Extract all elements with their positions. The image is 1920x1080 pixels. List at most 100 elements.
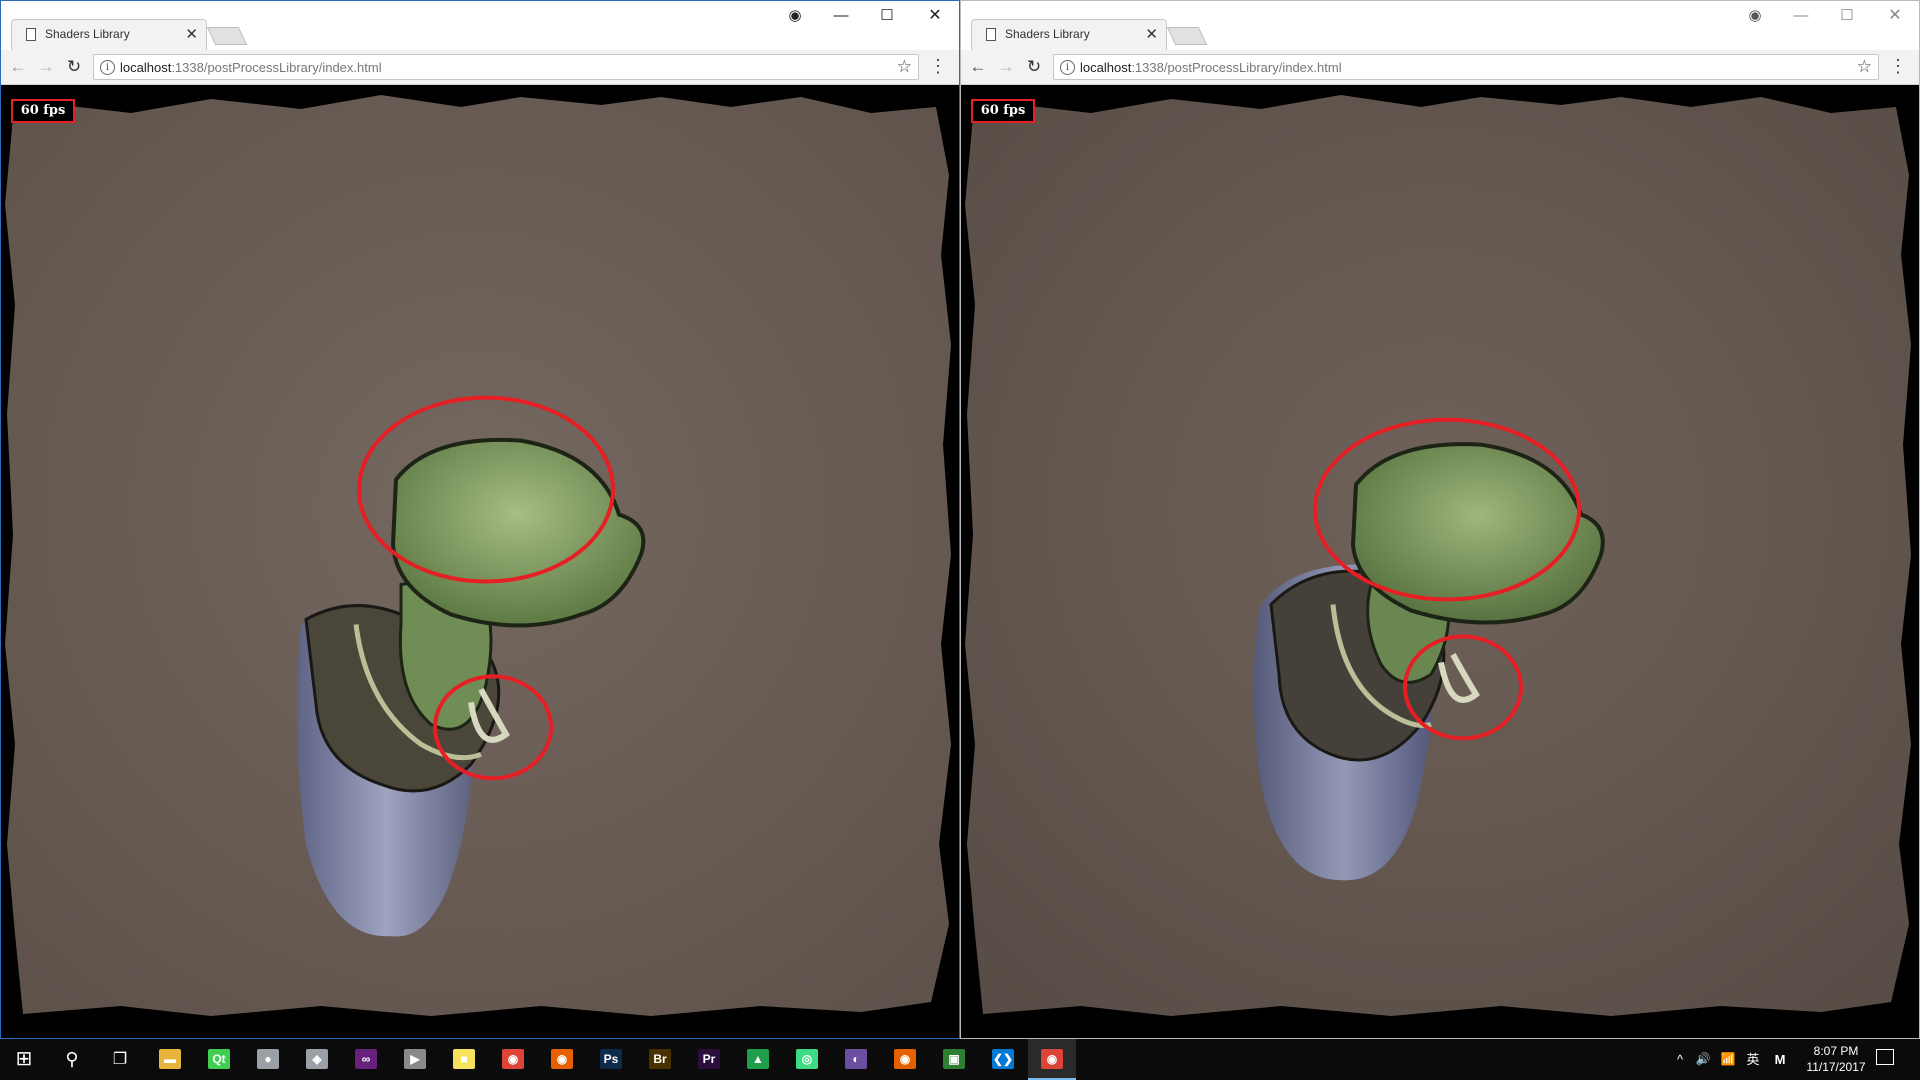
browser-menu-icon[interactable]: ⋮ bbox=[929, 56, 947, 77]
profile-icon[interactable]: ◉ bbox=[1745, 7, 1765, 25]
taskbar-app-premiere[interactable]: Pr bbox=[685, 1039, 733, 1080]
close-button[interactable]: ✕ bbox=[925, 7, 945, 25]
media-player-icon: ▶ bbox=[404, 1049, 426, 1069]
browser-tab[interactable]: Shaders Library ✕ bbox=[971, 19, 1167, 50]
notification-center-icon[interactable] bbox=[1876, 1049, 1894, 1065]
windows-start-icon[interactable]: ⊞ bbox=[8, 1039, 40, 1080]
page-icon bbox=[26, 28, 36, 41]
reload-icon[interactable]: ↻ bbox=[1023, 57, 1045, 77]
fps-counter: 60 fps bbox=[971, 99, 1035, 123]
bridge-icon: Br bbox=[649, 1049, 671, 1069]
url-host: localhost bbox=[1080, 60, 1132, 75]
windows-taskbar: ⊞ ⚲ ❐ ▬ Qt ● ◈ ∞ ▶ ■ ◉ ◉ Ps Br Pr ▲ ◎ ◐ ◉ ▣ ❮❯ ◉ ^ 🔊 📶 英 M… bbox=[0, 1039, 1920, 1080]
qt-creator-icon: Qt bbox=[208, 1049, 230, 1069]
volume-icon[interactable]: 🔊 bbox=[1693, 1039, 1713, 1080]
taskbar-app-app-17[interactable]: ▣ bbox=[930, 1039, 978, 1080]
webgl-canvas[interactable]: 60 fps bbox=[961, 85, 1919, 1038]
taskbar-app-eclipse[interactable]: ◐ bbox=[832, 1039, 880, 1080]
network-icon[interactable]: 📶 bbox=[1718, 1039, 1738, 1080]
ime-language-indicator[interactable]: 英 bbox=[1743, 1039, 1763, 1080]
back-icon[interactable]: ← bbox=[967, 57, 989, 77]
vscode-icon: ❮❯ bbox=[992, 1049, 1014, 1069]
taskbar-app-media-player[interactable]: ▶ bbox=[391, 1039, 439, 1080]
maximize-button[interactable]: ☐ bbox=[877, 7, 897, 25]
page-icon bbox=[986, 28, 996, 41]
file-explorer-icon: ▬ bbox=[159, 1049, 181, 1069]
forward-icon[interactable]: → bbox=[35, 57, 57, 77]
browser-tab[interactable]: Shaders Library ✕ bbox=[11, 19, 207, 50]
new-tab-button[interactable] bbox=[206, 27, 248, 45]
premiere-icon: Pr bbox=[698, 1049, 720, 1069]
taskbar-app-app-13[interactable]: ▲ bbox=[734, 1039, 782, 1080]
tray-chevron-icon[interactable]: ^ bbox=[1672, 1039, 1688, 1080]
browser-window-left: Shaders Library ✕ ◉ — ☐ ✕ ← → ↻ i localh… bbox=[0, 0, 960, 1039]
search-icon[interactable]: ⚲ bbox=[56, 1039, 88, 1080]
clock-time: 8:07 PM bbox=[1813, 1044, 1859, 1058]
taskbar-app-app-3[interactable]: ● bbox=[244, 1039, 292, 1080]
url-host: localhost bbox=[120, 60, 172, 75]
tab-strip: Shaders Library ✕ ◉ — ☐ ✕ bbox=[1, 1, 959, 50]
forward-icon[interactable]: → bbox=[995, 57, 1017, 77]
bookmark-star-icon[interactable]: ☆ bbox=[1857, 57, 1872, 77]
reload-icon[interactable]: ↻ bbox=[63, 57, 85, 77]
browser-toolbar: ← → ↻ i localhost:1338/postProcessLibrar… bbox=[1, 50, 959, 85]
visual-studio-icon: ∞ bbox=[355, 1049, 377, 1069]
webgl-canvas[interactable]: 60 fps bbox=[1, 85, 959, 1038]
photoshop-icon: Ps bbox=[600, 1049, 622, 1069]
url-text[interactable]: localhost:1338/postProcessLibrary/index.… bbox=[120, 60, 382, 75]
new-tab-button[interactable] bbox=[1166, 27, 1208, 45]
system-clock[interactable]: 8:07 PM 11/17/2017 bbox=[1796, 1043, 1876, 1075]
rendered-scene bbox=[5, 94, 951, 1017]
back-icon[interactable]: ← bbox=[7, 57, 29, 77]
ime-mode-indicator[interactable]: M bbox=[1770, 1039, 1790, 1080]
bookmark-star-icon[interactable]: ☆ bbox=[897, 57, 912, 77]
address-bar[interactable]: i localhost:1338/postProcessLibrary/inde… bbox=[1053, 54, 1879, 80]
taskbar-app-chrome[interactable]: ◉ bbox=[489, 1039, 537, 1080]
tab-close-icon[interactable]: ✕ bbox=[1145, 25, 1158, 43]
task-view-icon[interactable]: ❐ bbox=[104, 1039, 136, 1080]
info-icon[interactable]: i bbox=[1060, 60, 1075, 75]
profile-icon[interactable]: ◉ bbox=[785, 7, 805, 25]
taskbar-app-android-studio[interactable]: ◎ bbox=[783, 1039, 831, 1080]
url-path: :1338/postProcessLibrary/index.html bbox=[171, 60, 382, 75]
taskbar-app-chrome-2[interactable]: ◉ bbox=[1028, 1039, 1076, 1080]
taskbar-app-bridge[interactable]: Br bbox=[636, 1039, 684, 1080]
firefox-2-icon: ◉ bbox=[894, 1049, 916, 1069]
rendered-scene bbox=[965, 94, 1911, 1017]
sticky-notes-icon: ■ bbox=[453, 1049, 475, 1069]
maximize-button[interactable]: ☐ bbox=[1837, 7, 1857, 25]
tab-close-icon[interactable]: ✕ bbox=[185, 25, 198, 43]
taskbar-app-photoshop[interactable]: Ps bbox=[587, 1039, 635, 1080]
clock-date: 11/17/2017 bbox=[1806, 1060, 1866, 1074]
taskbar-app-qt-creator[interactable]: Qt bbox=[195, 1039, 243, 1080]
taskbar-app-visual-studio[interactable]: ∞ bbox=[342, 1039, 390, 1080]
firefox-icon: ◉ bbox=[551, 1049, 573, 1069]
android-studio-icon: ◎ bbox=[796, 1049, 818, 1069]
minimize-button[interactable]: — bbox=[831, 7, 851, 25]
browser-toolbar: ← → ↻ i localhost:1338/postProcessLibrar… bbox=[961, 50, 1919, 85]
app-4-icon: ◈ bbox=[306, 1049, 328, 1069]
eclipse-icon: ◐ bbox=[845, 1049, 867, 1069]
taskbar-app-firefox[interactable]: ◉ bbox=[538, 1039, 586, 1080]
browser-menu-icon[interactable]: ⋮ bbox=[1889, 56, 1907, 77]
app-3-icon: ● bbox=[257, 1049, 279, 1069]
browser-window-right: Shaders Library ✕ ◉ — ☐ ✕ ← → ↻ i localh… bbox=[960, 0, 1920, 1039]
chrome-icon: ◉ bbox=[502, 1049, 524, 1069]
taskbar-app-file-explorer[interactable]: ▬ bbox=[146, 1039, 194, 1080]
taskbar-app-vscode[interactable]: ❮❯ bbox=[979, 1039, 1027, 1080]
close-button[interactable]: ✕ bbox=[1885, 7, 1905, 25]
app-17-icon: ▣ bbox=[943, 1049, 965, 1069]
tab-title: Shaders Library bbox=[45, 27, 130, 41]
address-bar[interactable]: i localhost:1338/postProcessLibrary/inde… bbox=[93, 54, 919, 80]
minimize-button[interactable]: — bbox=[1791, 7, 1811, 25]
app-13-icon: ▲ bbox=[747, 1049, 769, 1069]
chrome-2-icon: ◉ bbox=[1041, 1049, 1063, 1069]
taskbar-app-app-4[interactable]: ◈ bbox=[293, 1039, 341, 1080]
fps-counter: 60 fps bbox=[11, 99, 75, 123]
info-icon[interactable]: i bbox=[100, 60, 115, 75]
url-text[interactable]: localhost:1338/postProcessLibrary/index.… bbox=[1080, 60, 1342, 75]
taskbar-app-firefox-2[interactable]: ◉ bbox=[881, 1039, 929, 1080]
taskbar-app-sticky-notes[interactable]: ■ bbox=[440, 1039, 488, 1080]
url-path: :1338/postProcessLibrary/index.html bbox=[1131, 60, 1342, 75]
tab-title: Shaders Library bbox=[1005, 27, 1090, 41]
